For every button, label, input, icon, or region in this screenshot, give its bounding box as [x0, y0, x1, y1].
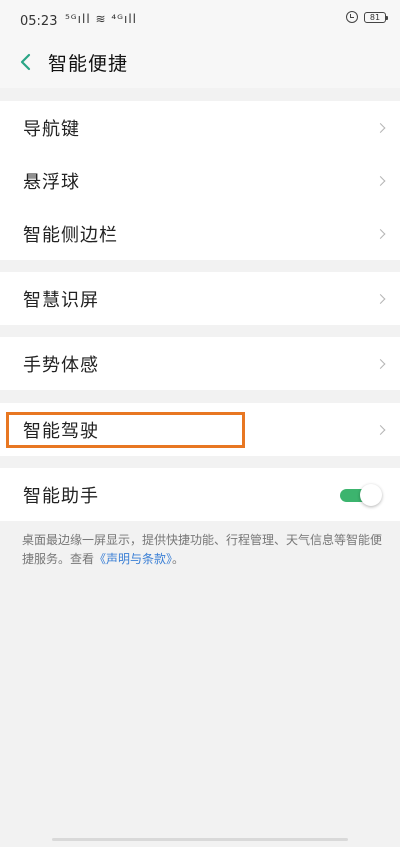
settings-group-5: 智能助手: [0, 468, 400, 521]
settings-group-3: 手势体感: [0, 337, 400, 390]
signal-icon: ⁵ᴳıll ≋ ⁴ᴳıll: [65, 12, 138, 26]
row-label: 导航键: [23, 118, 80, 140]
row-label: 智能侧边栏: [23, 224, 118, 246]
gestures-motion-item[interactable]: 手势体感: [0, 337, 400, 390]
settings-screen: 05:23 ⁵ᴳıll ≋ ⁴ᴳıll 81 智能便捷 导航键 悬浮球 智能侧边…: [0, 0, 400, 847]
settings-group-2: 智慧识屏: [0, 272, 400, 325]
status-time: 05:23: [20, 14, 58, 29]
row-label: 智慧识屏: [23, 289, 99, 311]
smart-assistant-toggle[interactable]: [340, 483, 382, 506]
battery-icon: 81: [364, 11, 388, 23]
alarm-icon: [346, 11, 358, 23]
home-indicator: [52, 838, 348, 841]
page-title: 智能便捷: [48, 53, 129, 75]
terms-link[interactable]: 《声明与条款》: [94, 552, 172, 566]
chevron-right-icon: [375, 358, 386, 369]
nav-keys-item[interactable]: 导航键: [0, 101, 400, 154]
smart-driving-item[interactable]: 智能驾驶: [0, 403, 400, 456]
settings-group-1: 导航键 悬浮球 智能侧边栏: [0, 101, 400, 260]
chevron-right-icon: [375, 293, 386, 304]
description-suffix: 。: [172, 552, 185, 566]
back-button[interactable]: [14, 50, 38, 74]
row-label: 智能驾驶: [23, 420, 99, 442]
chevron-right-icon: [375, 228, 386, 239]
row-label: 智能助手: [23, 485, 99, 507]
smart-sidebar-item[interactable]: 智能侧边栏: [0, 207, 400, 260]
status-bar: 05:23 ⁵ᴳıll ≋ ⁴ᴳıll 81: [0, 0, 400, 36]
chevron-right-icon: [375, 122, 386, 133]
row-label: 悬浮球: [23, 171, 80, 193]
settings-group-4: 智能驾驶: [0, 403, 400, 456]
row-label: 手势体感: [23, 354, 99, 376]
chevron-right-icon: [375, 424, 386, 435]
assistant-description: 桌面最边缘一屏显示，提供快捷功能、行程管理、天气信息等智能便捷服务。查看《声明与…: [22, 531, 382, 569]
description-text: 桌面最边缘一屏显示，提供快捷功能、行程管理、天气信息等智能便捷服务。查看: [22, 533, 383, 566]
toggle-knob: [360, 483, 382, 506]
chevron-left-icon: [20, 53, 31, 71]
floating-ball-item[interactable]: 悬浮球: [0, 154, 400, 207]
smart-assistant-item[interactable]: 智能助手: [0, 468, 400, 521]
header: 智能便捷: [0, 36, 400, 88]
screen-recognition-item[interactable]: 智慧识屏: [0, 272, 400, 325]
status-right: 81: [346, 11, 388, 23]
chevron-right-icon: [375, 175, 386, 186]
